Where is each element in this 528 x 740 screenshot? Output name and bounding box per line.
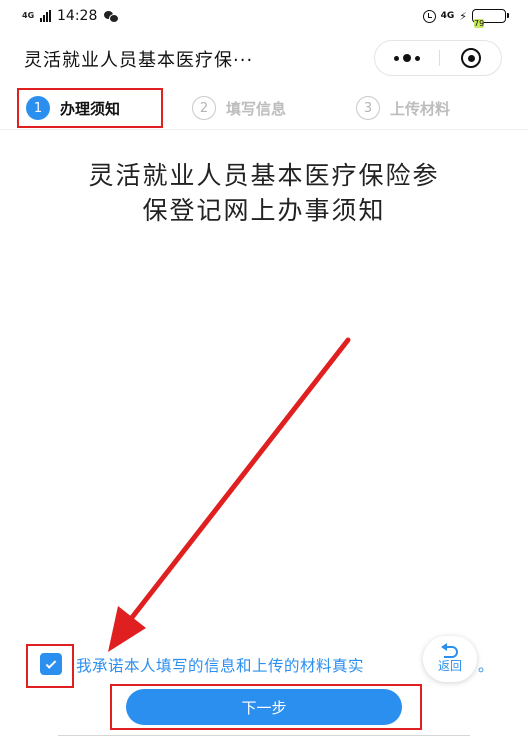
status-bar: 4G 14:28 4G ⚡ 79: [0, 0, 528, 34]
bottom-divider: [58, 735, 470, 738]
status-left: 4G 14:28: [22, 6, 120, 26]
annotation-box-step: [17, 88, 163, 128]
agreement-text-end: 。: [478, 657, 494, 675]
back-button[interactable]: 返回: [423, 636, 477, 682]
wechat-icon: [104, 10, 120, 23]
alarm-icon: [422, 9, 436, 23]
status-right: 4G ⚡ 79: [422, 7, 509, 28]
network-4g-label: 4G: [440, 11, 455, 21]
annotation-arrow-head: [108, 606, 146, 652]
step-2[interactable]: 2 填写信息: [192, 96, 286, 120]
signal-icon: [40, 10, 51, 22]
agreement-checkbox[interactable]: [40, 653, 62, 675]
status-time: 14:28: [57, 8, 98, 24]
target-close-icon: [461, 48, 481, 68]
agreement-text: 我承诺本人填写的信息和上传的材料真实: [76, 657, 365, 675]
step-number: 3: [356, 96, 380, 120]
mini-program-capsule: [374, 40, 502, 76]
network-type-label: 4G: [22, 11, 35, 20]
back-label: 返回: [437, 659, 462, 673]
more-dots-icon: [394, 55, 399, 61]
step-3[interactable]: 3 上传材料: [356, 96, 450, 120]
nav-bar: 灵活就业人员基本医疗保···: [0, 34, 528, 82]
checkmark-icon: [45, 657, 57, 669]
step-label: 上传材料: [390, 99, 451, 118]
battery-level: 79: [474, 19, 485, 28]
annotation-arrow-shaft: [127, 337, 351, 623]
next-step-button[interactable]: 下一步: [126, 689, 402, 725]
back-arrow-icon: [441, 643, 459, 658]
more-button[interactable]: [375, 41, 439, 75]
step-number: 2: [192, 96, 216, 120]
battery-icon: 79: [472, 9, 509, 28]
notice-title: 灵活就业人员基本医疗保险参 保登记网上办事须知: [40, 158, 488, 228]
close-button[interactable]: [439, 41, 503, 75]
page-title: 灵活就业人员基本医疗保···: [24, 50, 254, 71]
notice-title-line1: 灵活就业人员基本医疗保险参: [88, 161, 440, 190]
notice-title-line2: 保登记网上办事须知: [142, 196, 386, 225]
charging-icon: ⚡: [459, 9, 467, 23]
step-label: 填写信息: [226, 99, 287, 118]
